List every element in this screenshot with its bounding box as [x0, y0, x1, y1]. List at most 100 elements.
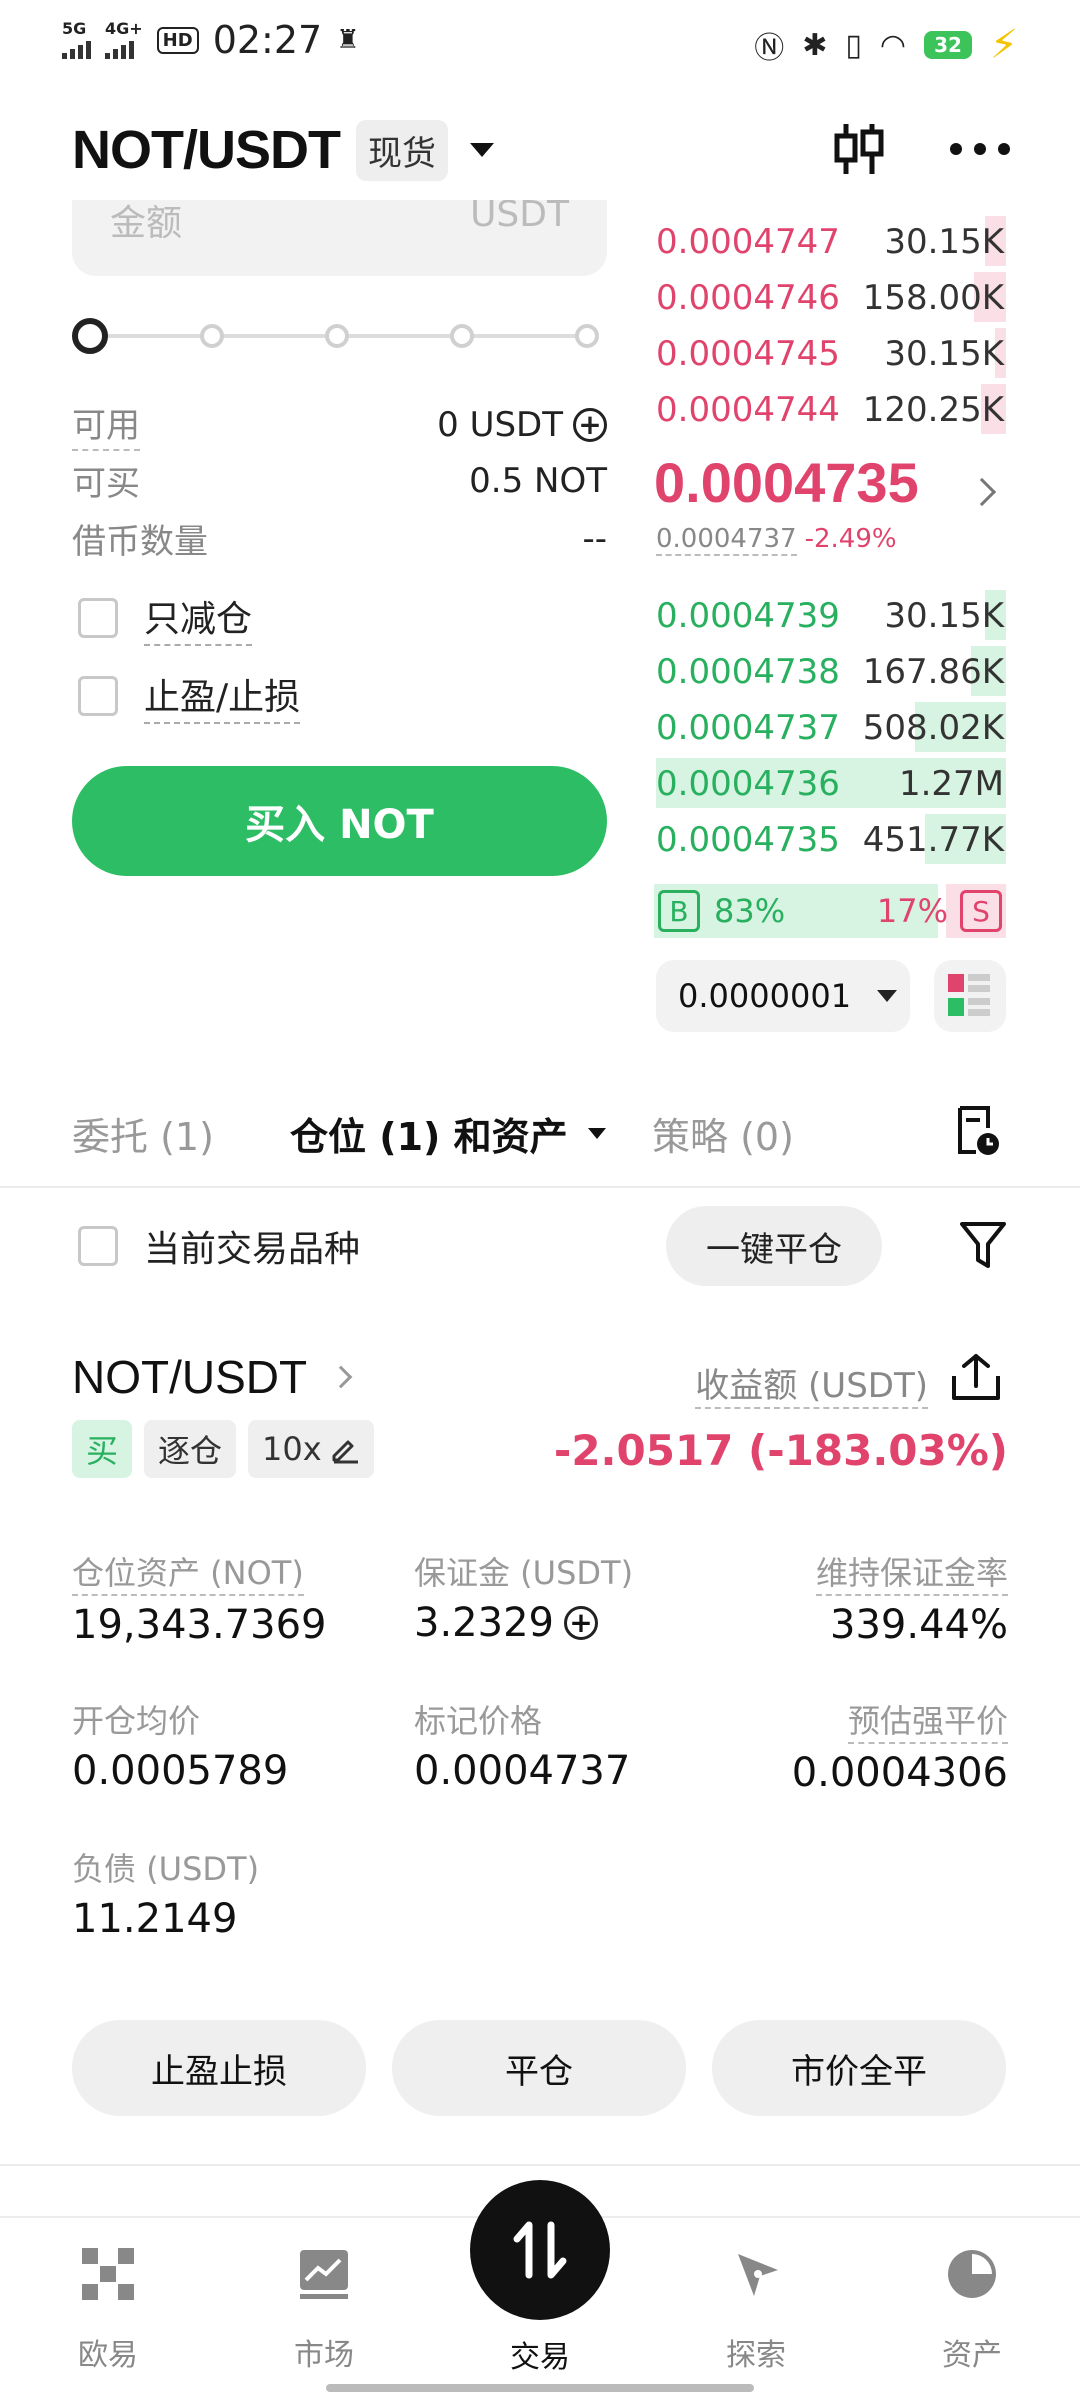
- pie-chart-icon: [948, 2250, 996, 2298]
- mmr-label: 维持保证金率: [815, 1548, 1008, 1596]
- amount-slider[interactable]: [72, 316, 607, 356]
- debt-value: 11.2149: [72, 1896, 238, 1942]
- market-close-all-button[interactable]: 市价全平: [712, 2020, 1006, 2116]
- nav-assets[interactable]: 资产: [902, 2246, 1042, 2374]
- reduce-only-checkbox[interactable]: [78, 598, 118, 638]
- position-asset-label: 仓位资产 (NOT): [72, 1548, 304, 1596]
- tab-orders[interactable]: 委托 (1): [72, 1106, 214, 1161]
- filter-icon[interactable]: [958, 1220, 1008, 1272]
- charging-icon: ⚡: [989, 22, 1018, 68]
- battery-icon: 32: [924, 31, 972, 59]
- precision-value: 0.0000001: [678, 977, 852, 1015]
- chevron-down-icon[interactable]: [470, 143, 494, 157]
- add-funds-icon[interactable]: +: [573, 407, 607, 442]
- bid-row[interactable]: 0.0004739 30.15K: [656, 588, 1006, 642]
- amount-input[interactable]: 金额 USDT: [72, 200, 607, 276]
- entry-price-value: 0.0005789: [72, 1748, 289, 1794]
- leverage-button[interactable]: 10x: [248, 1420, 374, 1478]
- debt-label: 负债 (USDT): [72, 1850, 260, 1888]
- ask-row[interactable]: 0.0004744 120.25K: [656, 382, 1006, 436]
- ask-row[interactable]: 0.0004747 30.15K: [656, 214, 1006, 268]
- buy-sell-ratio: B 83% 17% S: [654, 884, 1006, 938]
- tab-positions[interactable]: 仓位 (1) 和资产: [290, 1106, 606, 1161]
- close-position-button[interactable]: 平仓: [392, 2020, 686, 2116]
- liq-price-label: 预估强平价: [847, 1696, 1008, 1744]
- close-all-button[interactable]: 一键平仓: [666, 1206, 882, 1286]
- slider-stop-50[interactable]: [325, 324, 349, 348]
- reduce-only-label: 只减仓: [144, 590, 253, 646]
- trade-header: NOT/USDT 现货: [72, 110, 1012, 190]
- ask-price: 0.0004746: [656, 278, 840, 318]
- nav-markets[interactable]: 市场: [254, 2246, 394, 2374]
- pair-selector[interactable]: NOT/USDT: [72, 119, 341, 181]
- current-symbol-label: 当前交易品种: [144, 1229, 361, 1270]
- home-indicator[interactable]: [326, 2384, 754, 2392]
- tp-sl-checkbox[interactable]: [78, 676, 118, 716]
- signal-1-icon: 5G: [62, 21, 91, 59]
- tp-sl-option[interactable]: 止盈/止损: [78, 668, 301, 724]
- nfc-icon: Ⓝ: [754, 31, 785, 66]
- bid-qty: 508.02K: [862, 708, 1004, 748]
- tab-strategies[interactable]: 策略 (0): [652, 1106, 794, 1161]
- chevron-right-icon[interactable]: [967, 477, 997, 507]
- position-tabs: 委托 (1) 仓位 (1) 和资产 策略 (0): [72, 1100, 1012, 1170]
- ask-row[interactable]: 0.0004745 30.15K: [656, 326, 1006, 380]
- reduce-only-option[interactable]: 只减仓: [78, 590, 253, 646]
- orderbook-layout-button[interactable]: [934, 960, 1006, 1032]
- trade-fab-button[interactable]: [470, 2180, 610, 2320]
- nav-home[interactable]: 欧易: [38, 2246, 178, 2374]
- bid-price: 0.0004737: [656, 708, 840, 748]
- share-icon[interactable]: [948, 1352, 1004, 1404]
- slider-stop-75[interactable]: [450, 324, 474, 348]
- mark-price: 0.0004737: [656, 524, 797, 556]
- compass-icon: [738, 2254, 778, 2296]
- nav-discover[interactable]: 探索: [686, 2246, 826, 2374]
- nav-trade[interactable]: 交易: [470, 2332, 610, 2376]
- bid-price: 0.0004735: [656, 820, 840, 860]
- amount-unit: USDT: [470, 200, 569, 235]
- chevron-right-icon: [329, 1365, 353, 1389]
- bid-row[interactable]: 0.0004738 167.86K: [656, 644, 1006, 698]
- nav-assets-label: 资产: [942, 2338, 1002, 2373]
- more-icon[interactable]: [948, 139, 1012, 159]
- candlestick-chart-icon[interactable]: [830, 120, 888, 178]
- order-history-icon[interactable]: [950, 1104, 1004, 1158]
- bluetooth-icon: ✱: [802, 27, 828, 63]
- tab-positions-label: 仓位 (1) 和资产: [290, 1115, 568, 1159]
- add-margin-icon[interactable]: +: [563, 1606, 598, 1640]
- side-badge: 买: [72, 1420, 133, 1478]
- price-change: -2.49%: [804, 524, 897, 554]
- margin-mode-badge: 逐仓: [144, 1420, 237, 1478]
- market-type-tag[interactable]: 现货: [356, 119, 448, 181]
- current-symbol-checkbox[interactable]: [78, 1226, 118, 1266]
- okx-logo-icon: [82, 2248, 134, 2300]
- position-pair-link[interactable]: NOT/USDT: [72, 1350, 353, 1404]
- current-symbol-option[interactable]: 当前交易品种: [78, 1220, 360, 1272]
- precision-select[interactable]: 0.0000001: [656, 960, 910, 1032]
- bid-price: 0.0004738: [656, 652, 840, 692]
- last-price[interactable]: 0.0004735: [654, 450, 919, 515]
- buy-percent: 83%: [714, 892, 786, 930]
- entry-price-label: 开仓均价: [72, 1702, 201, 1740]
- mark-price-label: 标记价格: [414, 1702, 543, 1740]
- tp-sl-button[interactable]: 止盈止损: [72, 2020, 366, 2116]
- bid-qty: 30.15K: [884, 596, 1004, 636]
- nav-home-label: 欧易: [78, 2338, 138, 2373]
- can-buy-value: 0.5 NOT: [469, 460, 607, 501]
- slider-stop-25[interactable]: [200, 324, 224, 348]
- swap-arrows-icon: [513, 2221, 567, 2279]
- ask-row[interactable]: 0.0004746 158.00K: [656, 270, 1006, 324]
- notification-icon: ♜: [336, 25, 360, 55]
- slider-stop-100[interactable]: [575, 324, 599, 348]
- borrow-value: --: [582, 518, 607, 559]
- edit-icon: [332, 1440, 358, 1464]
- network-type-1: 5G: [62, 19, 87, 38]
- buy-button[interactable]: 买入 NOT: [72, 766, 607, 876]
- pnl-value: -2.0517 (-183.03%): [553, 1426, 1008, 1475]
- bid-row[interactable]: 0.0004737 508.02K: [656, 700, 1006, 754]
- tp-sl-label: 止盈/止损: [144, 668, 301, 724]
- slider-handle[interactable]: [72, 318, 108, 354]
- bid-row[interactable]: 0.0004735 451.77K: [656, 812, 1006, 866]
- wifi-icon: ◠: [879, 27, 907, 63]
- bid-row[interactable]: 0.0004736 1.27M: [656, 756, 1006, 810]
